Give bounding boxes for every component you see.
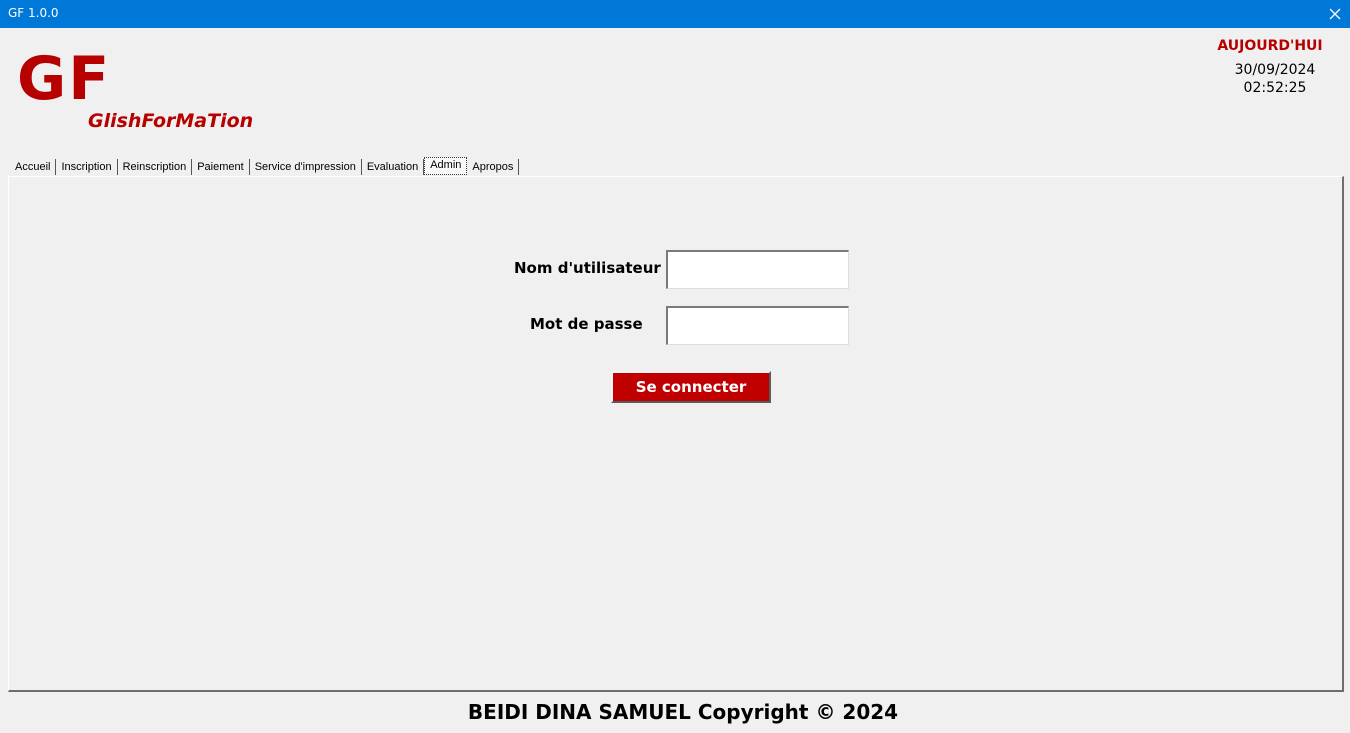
window-title: GF 1.0.0 [8,6,59,20]
today-label: AUJOURD'HUI [1217,38,1323,54]
password-label: Mot de passe [530,315,643,333]
admin-panel: Nom d'utilisateur Mot de passe Se connec… [8,176,1344,692]
today-time: 02:52:25 [1243,80,1307,96]
today-date: 30/09/2024 [1234,62,1316,78]
title-bar: GF 1.0.0 [0,0,1350,28]
tab-apropos[interactable]: Apropos [467,159,520,175]
username-input[interactable] [666,250,849,289]
footer-copyright: BEIDI DINA SAMUEL Copyright © 2024 [467,700,899,724]
app-logo: GF [17,44,112,114]
login-button[interactable]: Se connecter [611,371,771,403]
tab-evaluation[interactable]: Evaluation [362,159,425,175]
username-label: Nom d'utilisateur [514,259,661,277]
password-input[interactable] [666,306,849,345]
tab-inscription[interactable]: Inscription [56,159,118,175]
tab-bar: Accueil Inscription Reinscription Paieme… [10,157,520,177]
tab-reinscription[interactable]: Reinscription [118,159,193,175]
close-icon[interactable] [1320,0,1350,28]
tab-paiement[interactable]: Paiement [192,159,250,175]
tab-accueil[interactable]: Accueil [10,159,57,175]
app-subtitle: GlishForMaTion [88,110,254,132]
tab-admin[interactable]: Admin [424,157,468,175]
tab-service-impression[interactable]: Service d'impression [250,159,362,175]
